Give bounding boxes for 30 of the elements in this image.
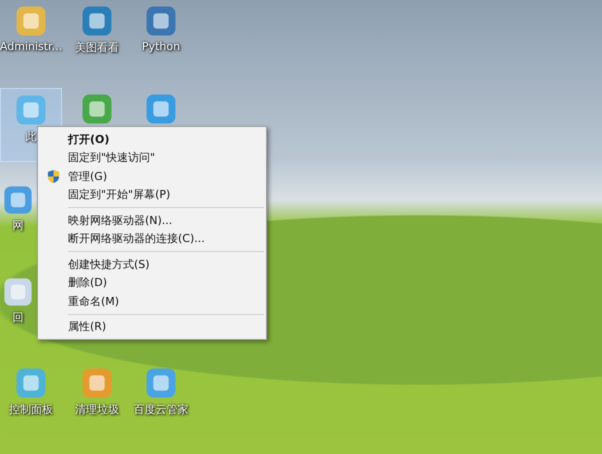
menu-item[interactable]: 创建快捷方式(S) — [68, 256, 150, 272]
app-icon — [2, 184, 34, 216]
app-icon — [14, 4, 48, 38]
icon-label: 百度云管家 — [134, 402, 188, 417]
app-icon — [14, 366, 48, 400]
icon-label: 美图看看 — [75, 40, 119, 55]
icon-label: 控制面板 — [9, 402, 53, 417]
app-icon — [80, 92, 114, 126]
icon-label: 网 — [12, 218, 24, 233]
app-icon — [2, 276, 34, 308]
menu-item[interactable]: 删除(D) — [68, 275, 108, 290]
menu-item[interactable]: 管理(G) — [68, 168, 108, 184]
app-icon — [144, 92, 178, 126]
menu-item[interactable]: 重命名(M) — [68, 294, 120, 309]
menu-item[interactable]: 固定到"开始"屏幕(P) — [68, 187, 170, 202]
app-icon — [14, 93, 48, 127]
menu-item[interactable]: 断开网络驱动器的连接(C)... — [68, 231, 205, 246]
icon-label: Administr... — [0, 40, 62, 53]
icon-label: Python — [142, 40, 180, 53]
menu-item[interactable]: 映射网络驱动器(N)... — [68, 212, 172, 228]
icon-label: 回 — [12, 310, 24, 325]
app-icon — [144, 366, 178, 400]
app-icon — [80, 4, 114, 38]
app-icon — [80, 366, 114, 400]
menu-item[interactable]: 属性(R) — [68, 319, 106, 334]
icon-label: 清理垃圾 — [75, 402, 119, 417]
menu-item[interactable]: 固定到"快速访问" — [68, 150, 156, 166]
menu-item[interactable]: 打开(O) — [68, 132, 110, 147]
icon-label: 此 — [26, 129, 36, 144]
app-icon — [144, 4, 178, 38]
